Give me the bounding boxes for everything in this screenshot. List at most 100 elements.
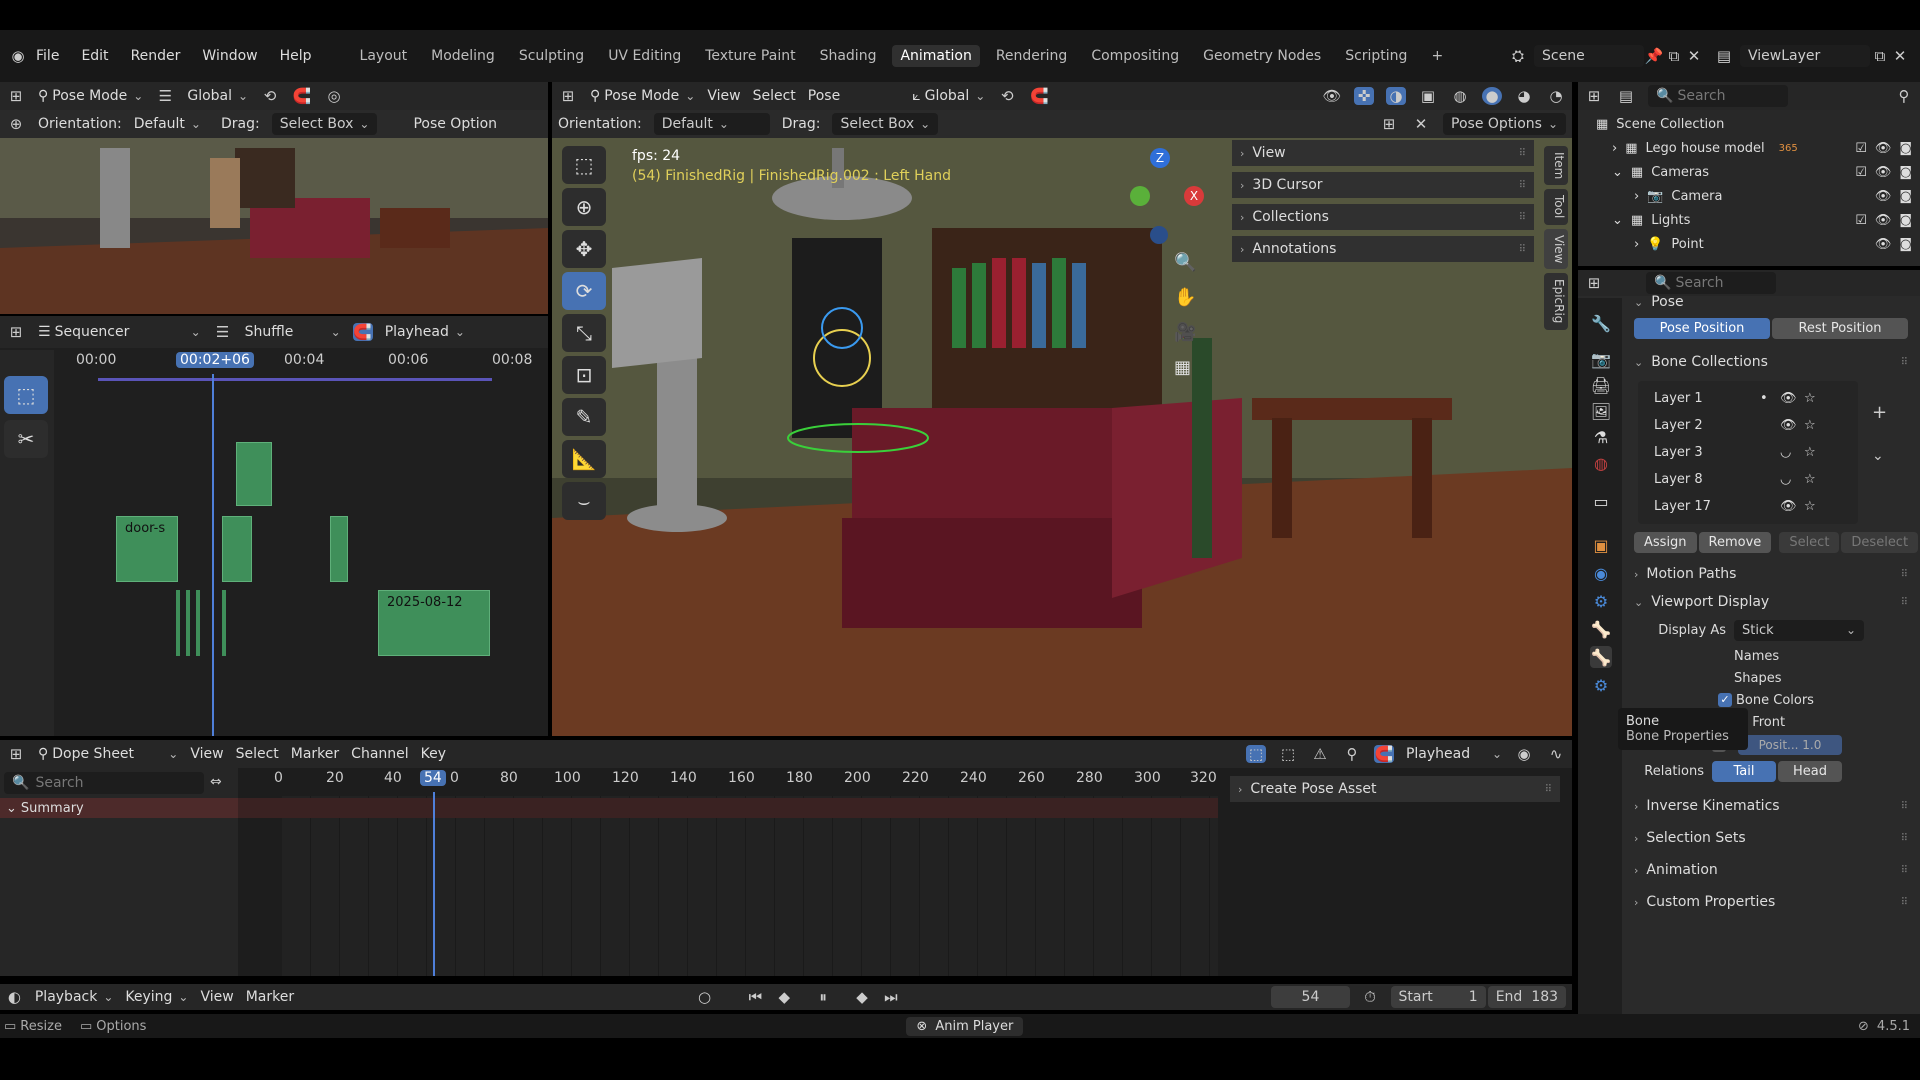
main-drag-dropdown[interactable]: Select Box [832, 113, 939, 135]
bone-collection-item[interactable]: Layer 17 👁 ☆ [1638, 493, 1858, 520]
camera-render-icon[interactable]: ◙ [1899, 213, 1912, 228]
eye-icon[interactable]: 👁 [1780, 418, 1804, 433]
end-frame-field[interactable]: End 183 [1487, 986, 1567, 1008]
outliner-row[interactable]: ▦ Scene Collection [1578, 112, 1920, 136]
start-frame-field[interactable]: Start 1 [1390, 986, 1486, 1008]
sequencer-strip[interactable] [186, 590, 190, 656]
sequencer-strip[interactable]: 2025-08-12 [378, 590, 490, 656]
main-mode-dropdown[interactable]: ⚲ Pose Mode [590, 88, 695, 104]
view-layer-properties-icon[interactable]: 🖼 [1590, 400, 1612, 422]
object-properties-icon[interactable]: ▣ [1590, 534, 1612, 556]
drag-handle-icon[interactable]: ⠿ [1901, 865, 1916, 876]
drag-handle-icon[interactable]: ⠿ [1519, 212, 1534, 223]
dopesheet-keyframe-area[interactable] [282, 796, 1218, 976]
eye-icon[interactable]: 👁 [1780, 391, 1804, 406]
menu-channel[interactable]: Channel [351, 746, 408, 762]
jump-keyframe-forward-icon[interactable]: ◆ [854, 988, 871, 1006]
swap-icon[interactable]: ⇔ [210, 774, 222, 790]
select-button[interactable]: Select [1779, 532, 1840, 553]
eye-icon[interactable]: 👁 [1875, 213, 1892, 228]
checkbox-icon[interactable]: ☑ [1855, 141, 1867, 156]
star-icon[interactable]: ☆ [1804, 499, 1816, 514]
pivot-icon[interactable]: ⟲ [260, 87, 280, 105]
tab-view[interactable]: View [1544, 228, 1568, 270]
sequencer-strip[interactable] [222, 516, 252, 582]
sequencer-strip[interactable] [236, 442, 272, 506]
names-row[interactable]: Names [1626, 645, 1916, 667]
gizmo-z-axis[interactable]: Z [1150, 148, 1170, 168]
assign-button[interactable]: Assign [1634, 532, 1697, 553]
outliner-row[interactable]: ⌄ ▦ Lights ☑ 👁 ◙ [1578, 208, 1920, 232]
cursor-tool[interactable]: ⊕ [562, 188, 606, 226]
close-scene-icon[interactable]: ✕ [1684, 47, 1704, 65]
editor-type-icon[interactable]: ⊞ [558, 87, 578, 105]
star-icon[interactable]: ☆ [1804, 418, 1816, 433]
only-selected-icon[interactable]: ⬚ [1245, 745, 1266, 763]
menu-marker[interactable]: Marker [246, 989, 294, 1005]
gizmo-neg-z[interactable] [1150, 226, 1168, 244]
jump-start-icon[interactable]: ⏮ [747, 988, 764, 1006]
filter-icon[interactable]: ⚲ [1342, 745, 1362, 763]
render-properties-icon[interactable]: 📷 [1590, 348, 1612, 370]
tab-epicrig[interactable]: EpicRig [1544, 273, 1568, 330]
menu-icon[interactable]: ☰ [213, 323, 233, 341]
shapes-row[interactable]: Shapes [1626, 667, 1916, 689]
auto-key-icon[interactable]: ○ [696, 988, 713, 1006]
checkbox-checked-icon[interactable]: ✓ [1718, 693, 1732, 707]
rotate-tool[interactable]: ⟳ [562, 272, 606, 310]
left-drag-dropdown[interactable]: Select Box [271, 113, 378, 135]
outliner-row[interactable]: › 💡 Point 👁 ◙ [1578, 232, 1920, 256]
scale-tool[interactable]: ⤡ [562, 314, 606, 352]
pin-icon[interactable]: 📌 [1644, 47, 1664, 65]
add-collection-button[interactable]: + [1872, 402, 1887, 423]
sequencer-playhead-line[interactable] [212, 374, 214, 736]
drag-handle-icon[interactable]: ⠿ [1519, 244, 1534, 255]
menu-edit[interactable]: Edit [81, 48, 108, 64]
collection-properties-icon[interactable]: ▭ [1590, 490, 1612, 512]
bone-properties-icon[interactable]: 🦴 [1590, 646, 1612, 668]
sequencer-strip[interactable] [330, 516, 348, 582]
only-errors-icon[interactable]: ⚠ [1310, 745, 1330, 763]
sequencer-strip[interactable] [222, 590, 226, 656]
navigation-gizmo[interactable]: Z X [1114, 148, 1210, 244]
sequencer-playhead-dropdown[interactable]: Playhead [385, 324, 465, 340]
menu-select[interactable]: Select [236, 746, 279, 762]
pan-hand-icon[interactable]: ✋ [1174, 287, 1196, 308]
eye-closed-icon[interactable]: ◡ [1780, 472, 1804, 487]
sidebar-panel-3d-cursor[interactable]: › 3D Cursor ⠿ [1232, 172, 1534, 198]
star-icon[interactable]: ☆ [1804, 472, 1816, 487]
view-layer-icon[interactable]: ▤ [1714, 47, 1734, 65]
drag-handle-icon[interactable]: ⠿ [1901, 801, 1916, 812]
outliner-row[interactable]: › ▦ Lego house model 365 ☑ 👁 ◙ [1578, 136, 1920, 160]
sequencer-type-dropdown[interactable]: ☰ Sequencer [38, 324, 201, 340]
proportional-icon[interactable]: ◉ [1514, 745, 1534, 763]
solid-shading-icon[interactable]: ● [1482, 87, 1502, 105]
bone-collection-item[interactable]: Layer 1 • 👁 ☆ [1638, 385, 1858, 412]
close-circle-icon[interactable]: ⊗ [916, 1019, 927, 1034]
tool-properties-icon[interactable]: 🔧 [1590, 312, 1612, 334]
pause-icon[interactable]: ⏸ [815, 988, 832, 1006]
editor-type-icon[interactable]: ◐ [6, 988, 23, 1006]
bone-tool[interactable]: ⌣ [562, 482, 606, 520]
menu-help[interactable]: Help [280, 48, 312, 64]
scene-selector[interactable]: Scene [1534, 45, 1644, 67]
jump-end-icon[interactable]: ⏭ [882, 988, 899, 1006]
editor-type-icon[interactable]: ⊞ [6, 87, 26, 105]
dopesheet-playhead-dropdown[interactable]: Playhead [1406, 746, 1502, 762]
blender-logo-icon[interactable]: ◉ [8, 47, 28, 65]
properties-search[interactable]: 🔍 Search [1646, 272, 1776, 294]
tab-rendering[interactable]: Rendering [988, 45, 1076, 67]
sidebar-panel-annotations[interactable]: › Annotations ⠿ [1232, 236, 1534, 262]
eye-icon[interactable]: 👁 [1875, 237, 1892, 252]
outliner-search[interactable]: 🔍 Search [1648, 85, 1788, 107]
tab-modeling[interactable]: Modeling [423, 45, 503, 67]
sequencer-strip[interactable] [176, 590, 180, 656]
tab-compositing[interactable]: Compositing [1083, 45, 1187, 67]
animation-header[interactable]: › Animation ⠿ [1626, 857, 1916, 883]
wireframe-shading-icon[interactable]: ◍ [1450, 87, 1470, 105]
tab-sculpting[interactable]: Sculpting [511, 45, 592, 67]
eye-closed-icon[interactable]: ◡ [1780, 445, 1804, 460]
left-viewport-render[interactable] [0, 138, 548, 314]
camera-render-icon[interactable]: ◙ [1899, 165, 1912, 180]
pose-position-button[interactable]: Pose Position [1634, 318, 1770, 339]
